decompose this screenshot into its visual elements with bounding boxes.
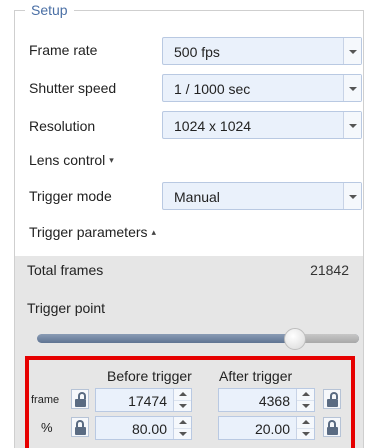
lock-closed-icon[interactable] bbox=[323, 417, 341, 437]
lock-closed-icon[interactable] bbox=[71, 417, 89, 437]
trigger-parameters-expander[interactable]: Trigger parameters ▴ bbox=[29, 224, 156, 240]
shutter-speed-value: 1 / 1000 sec bbox=[174, 81, 251, 97]
spin-down-icon[interactable] bbox=[174, 428, 191, 439]
setup-legend: Setup bbox=[25, 2, 74, 18]
lock-open-icon[interactable] bbox=[71, 389, 89, 409]
before-trigger-percent-value: 80.00 bbox=[131, 421, 167, 437]
highlight-box: Before trigger After trigger frame 17474… bbox=[25, 356, 355, 448]
before-trigger-header: Before trigger bbox=[107, 368, 192, 384]
shutter-speed-dropdown[interactable]: 1 / 1000 sec bbox=[162, 74, 362, 102]
chevron-up-icon: ▴ bbox=[151, 227, 157, 237]
spin-up-icon[interactable] bbox=[174, 389, 191, 400]
before-trigger-percent-stepper[interactable]: 80.00 bbox=[95, 416, 192, 440]
after-trigger-percent-value: 20.00 bbox=[254, 421, 290, 437]
dropdown-arrow-icon[interactable] bbox=[343, 38, 361, 64]
frame-rate-label: Frame rate bbox=[29, 42, 98, 58]
chevron-down-icon: ▾ bbox=[109, 155, 114, 165]
after-trigger-frames-stepper[interactable]: 4368 bbox=[218, 388, 315, 412]
spin-down-icon[interactable] bbox=[297, 428, 314, 439]
resolution-dropdown[interactable]: 1024 x 1024 bbox=[162, 111, 362, 139]
percent-unit-label: % bbox=[41, 420, 53, 435]
after-trigger-frames-value: 4368 bbox=[258, 393, 290, 409]
total-frames-value: 21842 bbox=[310, 262, 349, 278]
resolution-label: Resolution bbox=[29, 118, 96, 134]
spin-up-icon[interactable] bbox=[297, 417, 314, 428]
spin-down-icon[interactable] bbox=[297, 400, 314, 411]
trigger-parameters-panel: Total frames 21842 Trigger point Before … bbox=[15, 256, 363, 448]
trigger-point-slider-thumb[interactable] bbox=[283, 328, 306, 350]
before-trigger-frames-stepper[interactable]: 17474 bbox=[95, 388, 192, 412]
lens-control-label: Lens control bbox=[29, 152, 106, 168]
dropdown-arrow-icon[interactable] bbox=[343, 75, 361, 101]
shutter-speed-label: Shutter speed bbox=[29, 80, 117, 96]
lens-control-expander[interactable]: Lens control ▾ bbox=[29, 152, 114, 168]
after-trigger-percent-stepper[interactable]: 20.00 bbox=[218, 416, 315, 440]
resolution-value: 1024 x 1024 bbox=[174, 118, 252, 134]
after-trigger-header: After trigger bbox=[219, 368, 293, 384]
spin-up-icon[interactable] bbox=[297, 389, 314, 400]
trigger-parameters-label: Trigger parameters bbox=[29, 224, 148, 240]
frame-unit-label: frame bbox=[31, 394, 60, 406]
before-trigger-frames-value: 17474 bbox=[128, 393, 167, 409]
spin-down-icon[interactable] bbox=[174, 400, 191, 411]
dropdown-arrow-icon[interactable] bbox=[343, 112, 361, 138]
trigger-mode-value: Manual bbox=[174, 189, 220, 205]
trigger-point-label: Trigger point bbox=[27, 300, 106, 316]
total-frames-label: Total frames bbox=[27, 262, 104, 278]
trigger-mode-dropdown[interactable]: Manual bbox=[162, 182, 362, 210]
frame-rate-dropdown[interactable]: 500 fps bbox=[162, 37, 362, 65]
trigger-mode-label: Trigger mode bbox=[29, 188, 112, 204]
dropdown-arrow-icon[interactable] bbox=[343, 183, 361, 209]
spin-up-icon[interactable] bbox=[174, 417, 191, 428]
lock-open-icon[interactable] bbox=[323, 389, 341, 409]
frame-rate-value: 500 fps bbox=[174, 44, 220, 60]
